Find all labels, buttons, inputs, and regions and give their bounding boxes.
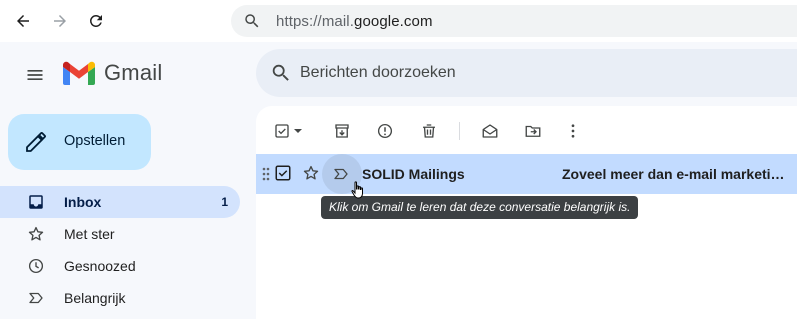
archive-icon[interactable] (331, 120, 353, 142)
sidebar-item-important[interactable]: Belangrijk (0, 282, 240, 314)
star-icon (26, 224, 46, 244)
back-button[interactable] (10, 8, 36, 34)
reload-icon (89, 14, 102, 27)
sidebar-item-snoozed[interactable]: Gesnoozed (0, 250, 240, 282)
important-icon (26, 288, 46, 308)
search-icon (243, 12, 261, 35)
select-checkbox-icon[interactable] (271, 120, 293, 142)
sidebar-item-label: Gesnoozed (64, 258, 136, 274)
move-to-icon[interactable] (522, 120, 544, 142)
message-sender: SOLID Mailings (362, 166, 465, 182)
search-placeholder: Berichten doorzoeken (300, 64, 456, 81)
browser-toolbar: https://mail.google.com (0, 0, 797, 42)
gmail-logo-text: Gmail (104, 60, 163, 85)
compose-button[interactable]: Opstellen (8, 114, 151, 170)
select-dropdown-icon[interactable] (291, 120, 305, 142)
sidebar-item-inbox[interactable]: Inbox 1 (0, 186, 240, 218)
reload-button[interactable] (83, 8, 109, 34)
gmail-logo[interactable]: Gmail (63, 60, 162, 86)
hand-cursor-icon (351, 181, 365, 204)
hamburger-menu-icon (27, 70, 43, 80)
mark-read-icon[interactable] (479, 120, 501, 142)
compose-label: Opstellen (64, 133, 126, 149)
star-icon[interactable] (302, 164, 320, 187)
delete-icon[interactable] (418, 120, 440, 142)
forward-button[interactable] (47, 8, 73, 34)
clock-icon (26, 256, 46, 276)
pencil-icon (24, 130, 48, 159)
sidebar-item-starred[interactable]: Met ster (0, 218, 240, 250)
main-menu-button[interactable] (22, 62, 48, 88)
unread-count-badge: 1 (221, 195, 228, 209)
important-marker-icon[interactable] (332, 165, 350, 188)
important-tooltip: Klik om Gmail te leren dat deze conversa… (321, 196, 639, 219)
forward-arrow-icon (54, 15, 66, 27)
back-arrow-icon (17, 15, 29, 27)
toolbar-divider (459, 122, 460, 140)
sidebar-item-label: Met ster (64, 226, 115, 242)
mail-search-bar[interactable]: Berichten doorzoeken (256, 49, 797, 97)
sidebar-item-label: Inbox (64, 194, 102, 210)
drag-handle-icon[interactable] (262, 167, 270, 186)
address-bar[interactable]: https://mail.google.com (231, 5, 797, 37)
row-checkbox-icon[interactable] (274, 164, 292, 187)
gmail-m-icon (63, 61, 95, 85)
message-row[interactable]: SOLID Mailings Zoveel meer dan e-mail ma… (256, 154, 797, 194)
report-spam-icon[interactable] (374, 120, 396, 142)
sidebar-item-label: Belangrijk (64, 290, 126, 306)
inbox-icon (26, 192, 46, 212)
more-icon[interactable] (562, 120, 584, 142)
search-icon[interactable] (270, 62, 292, 89)
url-text: https://mail.google.com (276, 13, 433, 30)
message-subject: Zoveel meer dan e-mail marketi… (562, 166, 785, 182)
